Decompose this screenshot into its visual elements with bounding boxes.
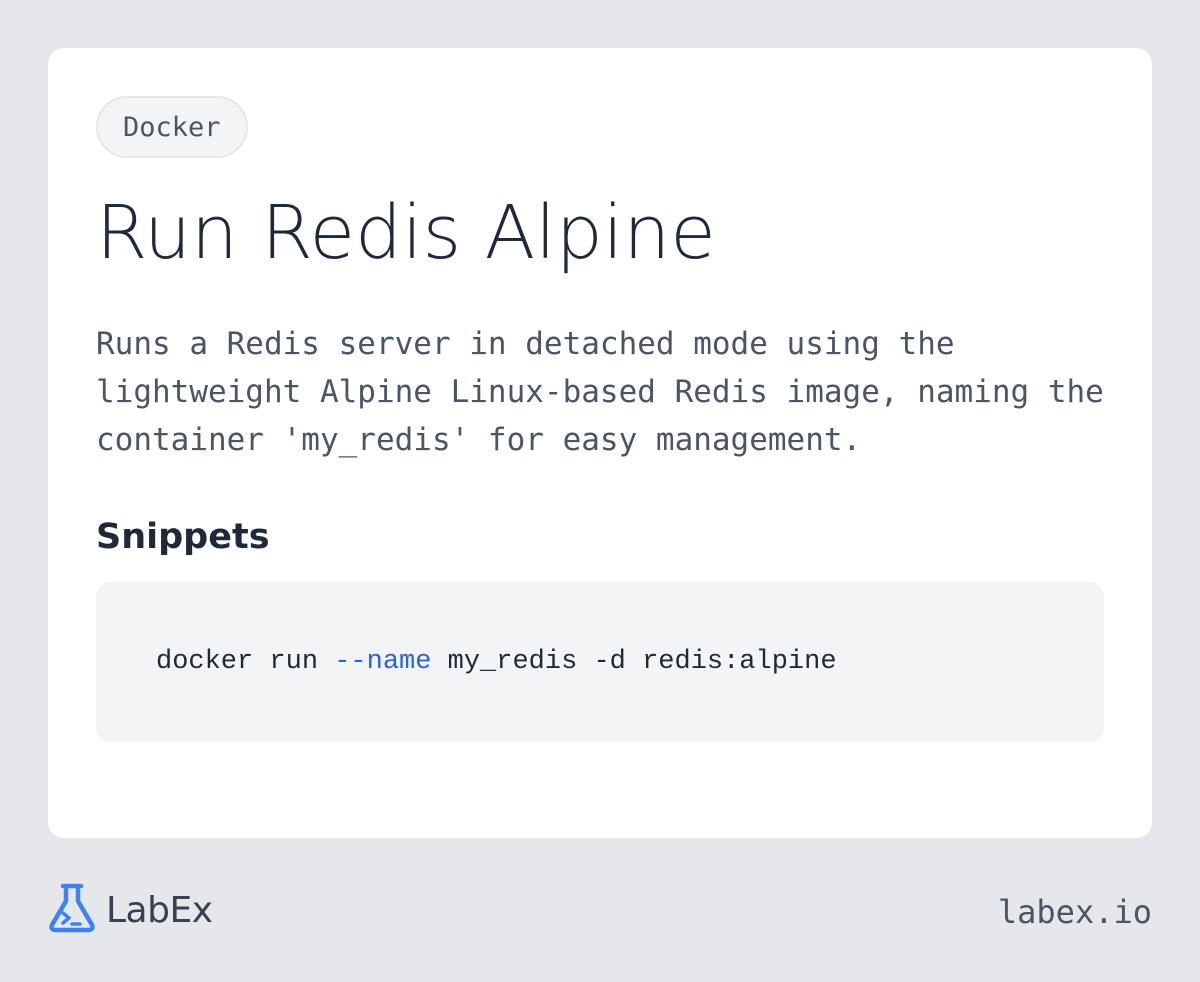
content-card: Docker Run Redis Alpine Runs a Redis ser…: [48, 48, 1152, 838]
code-args: my_redis -d redis:alpine: [431, 647, 837, 677]
code-snippet-block[interactable]: docker run --name my_redis -d redis:alpi…: [96, 582, 1104, 742]
site-url[interactable]: labex.io: [998, 890, 1152, 934]
description: Runs a Redis server in detached mode usi…: [96, 326, 1104, 458]
flask-terminal-icon: [48, 883, 96, 938]
logo-text: LabEx: [106, 889, 213, 931]
page-title: Run Redis Alpine: [96, 190, 716, 276]
labex-logo[interactable]: LabEx: [48, 883, 213, 938]
snippets-heading: Snippets: [96, 517, 270, 557]
category-tag[interactable]: Docker: [96, 96, 248, 158]
code-line: docker run --name my_redis -d redis:alpi…: [156, 644, 837, 680]
code-flag: --name: [334, 647, 432, 677]
code-command: docker run: [156, 647, 335, 677]
